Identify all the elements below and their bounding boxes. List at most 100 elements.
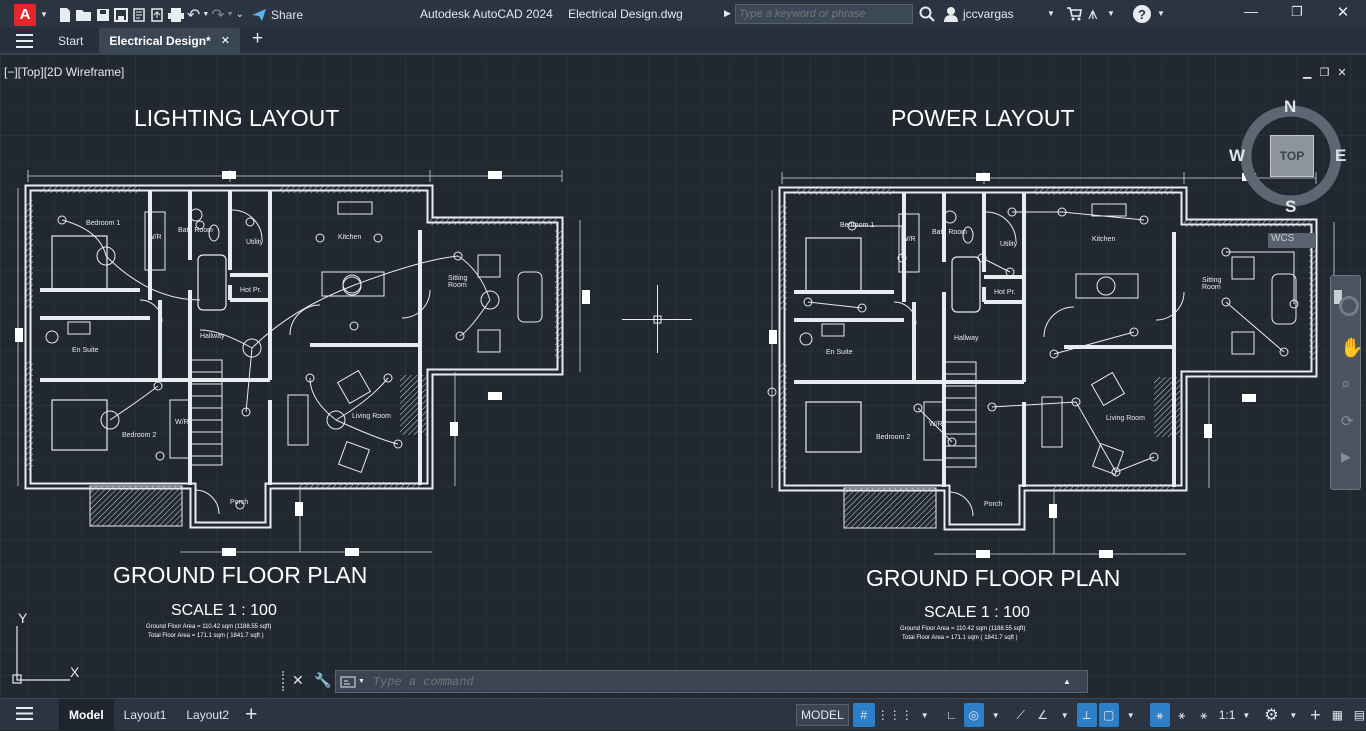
workspace-settings-icon[interactable]: ⚙ xyxy=(1261,703,1281,727)
autodesk-app-icon[interactable]: ⩚ xyxy=(1088,4,1098,24)
viewport-close-icon[interactable]: ✕ xyxy=(1337,66,1346,79)
share-file-icon[interactable] xyxy=(149,4,165,26)
showmotion-icon[interactable]: ▶ xyxy=(1341,449,1351,465)
viewcube-top-face[interactable]: TOP xyxy=(1270,135,1314,177)
osnap-dropdown-icon[interactable]: ▼ xyxy=(1055,703,1075,727)
workspace-dropdown-icon[interactable]: ▼ xyxy=(1283,703,1303,727)
save-as-icon[interactable] xyxy=(113,4,129,26)
search-expand-arrow-icon[interactable]: ▶ xyxy=(724,8,731,19)
open-file-icon[interactable] xyxy=(75,4,93,26)
command-close-icon[interactable]: ✕ xyxy=(292,672,304,689)
annotation-visibility-icon[interactable]: ⚹ xyxy=(1149,703,1170,727)
polar-dropdown-icon[interactable]: ▼ xyxy=(986,703,1006,727)
plot-icon[interactable] xyxy=(167,4,185,26)
annotation-scale-value[interactable]: 1:1 xyxy=(1219,708,1236,722)
wcs-menu[interactable]: WCS xyxy=(1268,233,1316,248)
share-label: Share xyxy=(271,7,304,22)
close-button[interactable]: ✕ xyxy=(1329,3,1357,25)
undo-dropdown-icon[interactable]: ▼ xyxy=(202,4,209,26)
command-line-grip[interactable] xyxy=(282,671,286,691)
command-customize-icon[interactable]: 🔧 xyxy=(314,672,331,689)
right-scale-label: SCALE 1 : 100 xyxy=(924,604,1030,621)
cart-icon[interactable] xyxy=(1066,6,1082,25)
tab-electrical-design[interactable]: Electrical Design* ✕ xyxy=(99,28,240,53)
help-dropdown-icon[interactable]: ▼ xyxy=(1157,9,1165,18)
user-account[interactable]: jccvargas xyxy=(944,6,1014,22)
ortho-icon[interactable]: ∟ xyxy=(942,703,962,727)
status-bar: Model Layout1 Layout2 + MODEL # ⋮⋮⋮ ▼ ∟ … xyxy=(0,698,1366,731)
minimize-button[interactable]: — xyxy=(1237,3,1265,25)
redo-dropdown-icon[interactable]: ▼ xyxy=(227,4,234,26)
right-area-1: Ground Floor Area = 110.42 sqm (1188.55 … xyxy=(900,626,1026,632)
snap-dropdown-icon[interactable]: ▼ xyxy=(915,703,935,727)
object-snap-tracking-icon[interactable]: ∠ xyxy=(1033,703,1053,727)
quick-access-dropdown-icon[interactable]: ⌄ xyxy=(236,4,244,26)
close-tab-icon[interactable]: ✕ xyxy=(221,34,230,47)
units-icon[interactable]: ▦ xyxy=(1327,703,1347,727)
grid-icon[interactable]: # xyxy=(852,703,875,727)
user-dropdown-icon[interactable]: ▼ xyxy=(1047,9,1055,18)
tab-layout2[interactable]: Layout2 xyxy=(176,699,239,731)
annotation-scale-icon[interactable]: ⚹ xyxy=(1194,703,1214,727)
snap-mode-icon[interactable]: ⋮⋮⋮ xyxy=(877,703,913,727)
quick-properties-icon[interactable]: ▤ xyxy=(1349,703,1366,727)
left-scale-label: SCALE 1 : 100 xyxy=(171,602,277,619)
object-snap-icon[interactable]: ▢ xyxy=(1098,703,1119,727)
status-tools: MODEL # ⋮⋮⋮ ▼ ∟ ◎ ▼ ⟋ ∠ ▼ ⟂ ▢ ▼ ⚹ ⚹ ⚹ 1:… xyxy=(796,702,1366,728)
app-menu-chevron-icon[interactable]: ▼ xyxy=(40,4,48,26)
document-name: Electrical Design.dwg xyxy=(568,7,683,21)
share-button[interactable]: Share xyxy=(251,4,303,26)
tab-start[interactable]: Start xyxy=(48,28,93,53)
lineweight-icon[interactable]: ⟂ xyxy=(1076,703,1097,727)
user-icon xyxy=(944,7,958,22)
user-name: jccvargas xyxy=(963,7,1014,21)
save-icon[interactable] xyxy=(95,4,111,26)
ucs-y-label: Y xyxy=(18,610,28,626)
layout-menu-icon[interactable] xyxy=(16,706,33,723)
search-input[interactable] xyxy=(735,4,913,24)
add-layout-icon[interactable]: + xyxy=(245,703,257,727)
annotation-monitor-icon[interactable]: + xyxy=(1305,703,1325,727)
tab-model[interactable]: Model xyxy=(59,698,114,731)
steering-wheel-icon[interactable] xyxy=(1339,296,1359,316)
compass-south[interactable]: S xyxy=(1285,197,1296,217)
lighting-layout-title: LIGHTING LAYOUT xyxy=(134,105,340,131)
auto-scale-icon[interactable]: ⚹ xyxy=(1172,703,1192,727)
viewcube[interactable]: TOP N S E W xyxy=(1229,97,1346,217)
search-icon[interactable] xyxy=(919,6,935,25)
model-space-toggle[interactable]: MODEL xyxy=(796,704,849,726)
command-input[interactable] xyxy=(372,671,1063,692)
compass-east[interactable]: E xyxy=(1335,146,1346,166)
autocad-logo[interactable]: A xyxy=(14,3,36,26)
command-history-icon[interactable]: ▼ xyxy=(340,676,365,688)
web-mobile-icon[interactable] xyxy=(131,4,147,26)
command-line[interactable]: ▼ ▲ xyxy=(335,670,1088,693)
tab-layout2-label: Layout2 xyxy=(186,707,230,722)
tab-layout1[interactable]: Layout1 xyxy=(114,699,177,731)
help-icon[interactable]: ? xyxy=(1133,5,1151,23)
compass-north[interactable]: N xyxy=(1284,97,1296,117)
pan-hand-icon[interactable]: ✋ xyxy=(1340,336,1364,360)
left-plan-subtitle: GROUND FLOOR PLAN xyxy=(113,562,368,588)
drawing-canvas[interactable]: Y X Bedroom 1 Bath Room Utility Kitchen Sitt… xyxy=(0,57,1366,698)
isometric-icon[interactable]: ⟋ xyxy=(1011,703,1031,727)
polar-tracking-icon[interactable]: ◎ xyxy=(963,703,984,727)
apps-dropdown-icon[interactable]: ▼ xyxy=(1107,9,1115,18)
undo-icon[interactable]: ↶ xyxy=(187,4,200,26)
orbit-icon[interactable]: ⟳ xyxy=(1341,412,1354,430)
compass-west[interactable]: W xyxy=(1229,146,1245,166)
tab-start-label: Start xyxy=(58,33,84,48)
object-snap-dropdown-icon[interactable]: ▼ xyxy=(1121,703,1141,727)
zoom-extents-icon[interactable]: ⌕ xyxy=(1341,374,1351,394)
annotation-scale-dropdown-icon[interactable]: ▼ xyxy=(1236,703,1256,727)
viewport-restore-icon[interactable]: ❐ xyxy=(1319,66,1329,79)
viewport-minimize-icon[interactable]: ▁ xyxy=(1303,66,1311,79)
redo-icon[interactable]: ↷ xyxy=(211,4,224,26)
new-file-icon[interactable] xyxy=(57,4,73,26)
right-plan-subtitle: GROUND FLOOR PLAN xyxy=(866,565,1121,591)
viewport-controls-label[interactable]: [−][Top][2D Wireframe] xyxy=(4,65,124,79)
new-tab-icon[interactable]: + xyxy=(252,28,263,50)
menu-hamburger-icon[interactable] xyxy=(16,34,33,51)
command-scroll-up-icon[interactable]: ▲ xyxy=(1063,677,1071,686)
restore-button[interactable]: ❐ xyxy=(1283,4,1311,26)
